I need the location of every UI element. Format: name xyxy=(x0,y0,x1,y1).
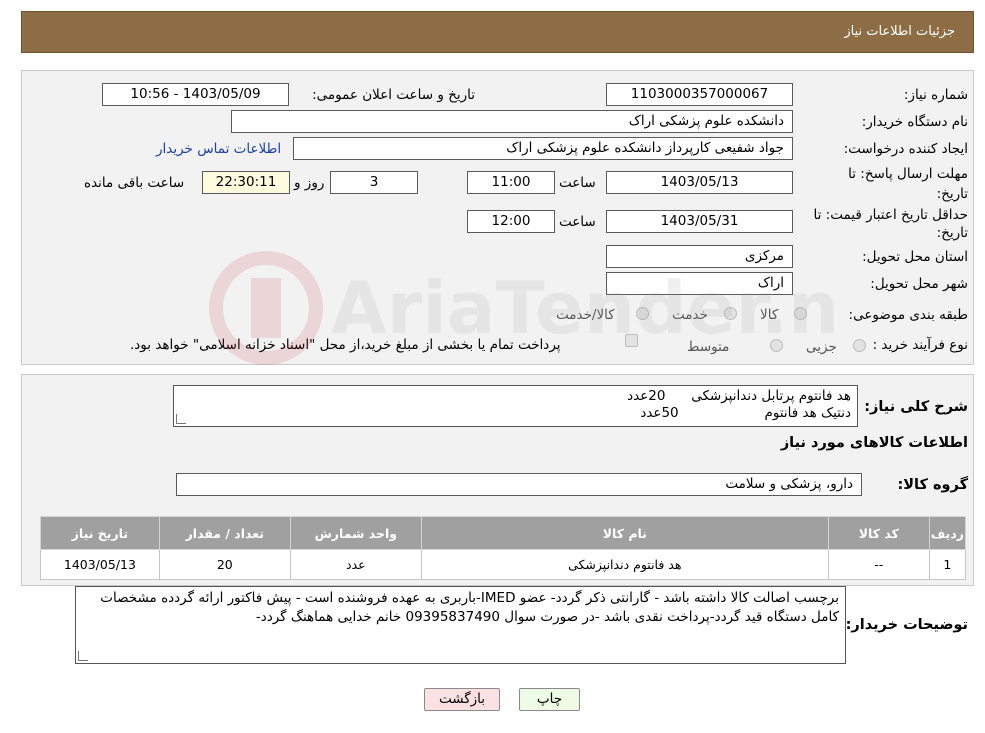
resize-handle-icon[interactable] xyxy=(176,414,186,424)
remaining-label: ساعت باقی مانده xyxy=(84,175,185,191)
payment-checkbox[interactable] xyxy=(625,334,638,347)
validity-time-label: ساعت xyxy=(559,214,596,230)
category-radio-service[interactable] xyxy=(724,307,737,320)
cell-item-name: هد فانتوم دندانپزشکی xyxy=(420,549,829,580)
province-field: مرکزی xyxy=(606,245,793,268)
print-button[interactable]: چاپ xyxy=(519,688,580,711)
summary-label: شرح کلی نیاز: xyxy=(864,399,968,415)
city-label: شهر محل تحویل: xyxy=(870,276,968,292)
cell-need-date: 1403/05/13 xyxy=(40,549,160,580)
province-label: استان محل تحویل: xyxy=(862,249,968,265)
remaining-time-field: 22:30:11 xyxy=(202,171,290,194)
purchase-option-minor: جزیی xyxy=(806,339,837,355)
table-row[interactable]: 1 -- هد فانتوم دندانپزشکی عدد 20 1403/05… xyxy=(40,549,967,580)
category-option-goods: کالا xyxy=(760,307,779,323)
back-button[interactable]: بازگشت xyxy=(424,688,500,711)
buyer-contact-link[interactable]: اطلاعات تماس خریدار xyxy=(156,141,281,157)
announce-datetime-field: 1403/05/09 - 10:56 xyxy=(102,83,289,106)
goods-info-heading: اطلاعات کالاهای مورد نیاز xyxy=(780,435,968,451)
validity-date-field: 1403/05/31 xyxy=(606,210,793,233)
category-option-goods-service: کالا/خدمت xyxy=(556,307,615,323)
category-radio-goods-service[interactable] xyxy=(636,307,649,320)
buyer-notes-text: برچسب اصالت کالا داشته باشد - گارانتی ذک… xyxy=(100,590,839,625)
requester-label: ایجاد کننده درخواست: xyxy=(843,141,968,157)
purchase-radio-minor[interactable] xyxy=(853,339,866,352)
purchase-type-label: نوع فرآیند خرید : xyxy=(872,337,968,353)
cell-row-number: 1 xyxy=(928,549,967,580)
response-time-field: 11:00 xyxy=(467,171,555,194)
response-date-field: 1403/05/13 xyxy=(606,171,793,194)
page-header: جزئیات اطلاعات نیاز xyxy=(21,11,974,53)
min-validity-label-2: تاریخ: xyxy=(936,225,968,241)
requester-field: جواد شفیعی کارپرداز دانشکده علوم پزشکی ا… xyxy=(293,137,793,160)
table-header-row: ردیف کد کالا نام کالا واحد شمارش تعداد /… xyxy=(40,516,967,550)
purchase-radio-medium[interactable] xyxy=(770,339,783,352)
cell-unit: عدد xyxy=(289,549,422,580)
category-label: طبقه بندی موضوعی: xyxy=(848,307,968,323)
col-unit: واحد شمارش xyxy=(289,516,422,550)
need-number-field: 1103000357000067 xyxy=(606,83,793,106)
cell-quantity: 20 xyxy=(158,549,291,580)
col-quantity: تعداد / مقدار xyxy=(158,516,291,550)
resize-handle-icon[interactable] xyxy=(78,651,88,661)
goods-group-label: گروه کالا: xyxy=(897,477,968,493)
category-option-service: خدمت xyxy=(672,307,708,323)
buyer-notes-textarea[interactable]: برچسب اصالت کالا داشته باشد - گارانتی ذک… xyxy=(75,586,846,664)
response-deadline-label-2: تاریخ: xyxy=(936,186,968,202)
need-number-label: شماره نیاز: xyxy=(903,87,968,103)
days-and-label: روز و xyxy=(294,175,325,191)
response-time-label: ساعت xyxy=(559,175,596,191)
payment-note: پرداخت تمام یا بخشی از مبلغ خرید،از محل … xyxy=(130,337,561,353)
response-deadline-label: مهلت ارسال پاسخ: تا xyxy=(848,166,968,182)
buyer-org-label: نام دستگاه خریدار: xyxy=(861,114,968,130)
category-radio-goods[interactable] xyxy=(794,307,807,320)
city-field: اراک xyxy=(606,272,793,295)
buyer-notes-label: توضیحات خریدار: xyxy=(845,617,968,633)
cell-item-code: -- xyxy=(827,549,930,580)
summary-line-2: دنتیک هد فانتوم 50عدد xyxy=(640,405,851,421)
summary-textarea[interactable]: هد فانتوم پرتابل دندانپزشکی 20عدد دنتیک … xyxy=(173,385,858,427)
purchase-option-medium: متوسط xyxy=(687,339,730,355)
col-item-code: کد کالا xyxy=(827,516,930,550)
summary-line-1: هد فانتوم پرتابل دندانپزشکی 20عدد xyxy=(627,388,851,404)
announce-datetime-label: تاریخ و ساعت اعلان عمومی: xyxy=(312,87,475,103)
validity-time-field: 12:00 xyxy=(467,210,555,233)
col-row-number: ردیف xyxy=(928,516,967,550)
page-title: جزئیات اطلاعات نیاز xyxy=(844,24,955,39)
col-item-name: نام کالا xyxy=(420,516,829,550)
days-remaining-field: 3 xyxy=(330,171,418,194)
items-table: ردیف کد کالا نام کالا واحد شمارش تعداد /… xyxy=(40,516,967,580)
buyer-org-field: دانشکده علوم پزشکی اراک xyxy=(231,110,793,133)
col-need-date: تاریخ نیاز xyxy=(40,516,160,550)
goods-group-field: دارو، پزشکی و سلامت xyxy=(176,473,862,496)
min-validity-label: حداقل تاریخ اعتبار قیمت: تا xyxy=(813,207,968,223)
